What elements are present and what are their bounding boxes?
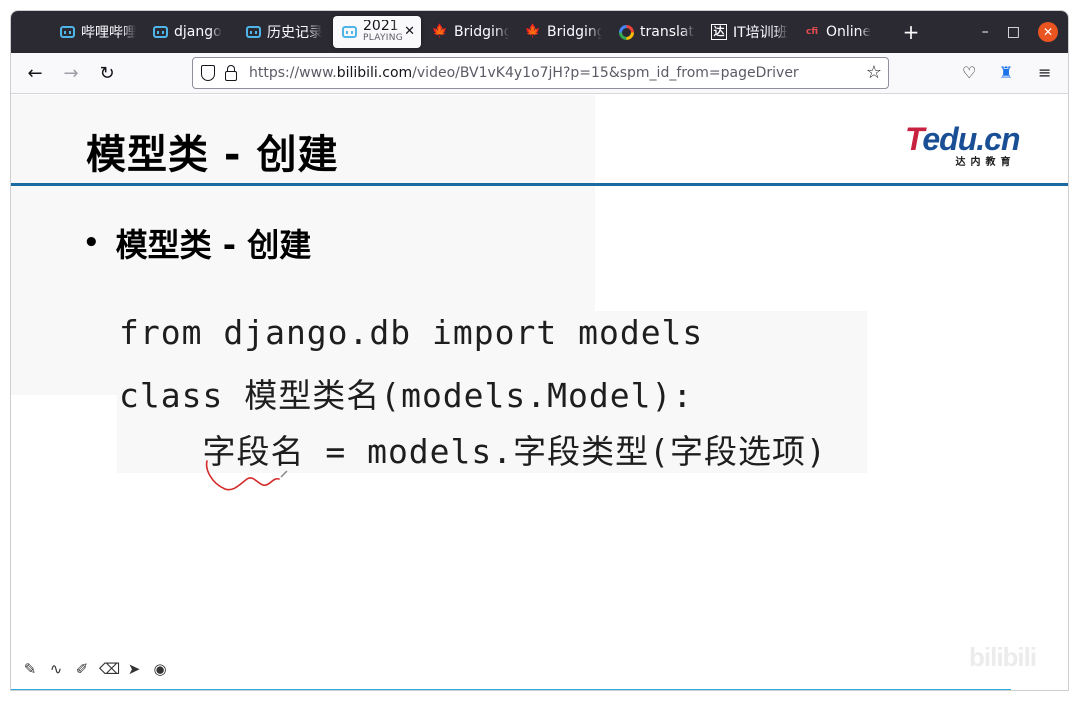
eraser-icon[interactable]: ⌫ (99, 660, 120, 678)
annotation-squiggle (205, 460, 288, 491)
cfi-icon: cfi (805, 27, 818, 37)
tab-label: django (174, 24, 222, 40)
pointer-icon[interactable]: ➤ (125, 660, 143, 678)
tab-bilibili-home[interactable]: 哔哩哔哩 (51, 16, 144, 48)
code-block: from django.db import models class 模型类名(… (117, 311, 867, 473)
bullet-item: • 模型类 - 创建 (83, 220, 311, 266)
google-icon (618, 24, 634, 40)
code-line: from django.db import models (119, 313, 704, 352)
bilibili-icon (59, 24, 75, 40)
tab-label: translate (640, 24, 695, 40)
da-icon: 达 (711, 24, 727, 40)
video-player[interactable]: 模型类 - 创建 Tedu.cn 达内教育 • 模型类 - 创建 from dj… (11, 95, 1068, 690)
tab-label: 哔哩哔哩 (81, 25, 136, 41)
minimize-button[interactable]: – (982, 24, 989, 40)
tab-history[interactable]: 历史记录 (237, 16, 330, 48)
window-controls: – □ ✕ (982, 11, 1068, 53)
new-tab-button[interactable]: + (899, 20, 923, 44)
bilibili-watermark: bilibili (969, 642, 1037, 672)
tedu-logo: Tedu.cn 达内教育 (905, 121, 1020, 168)
extension-icon[interactable]: ♜ (999, 63, 1013, 82)
tab-active-video[interactable]: 2021 PLAYING ✕ (333, 16, 421, 48)
tab-label: Online (826, 24, 872, 40)
marker-icon[interactable]: ✐ (73, 660, 91, 678)
pocket-icon[interactable]: ♡ (962, 63, 976, 82)
tab-strip: 哔哩哔哩 django 历史记录 2021 PLAYING ✕ 🍁 Bridgi… (11, 11, 1068, 53)
tab-label: 2021 (363, 20, 399, 32)
bullet-text: 模型类 - 创建 (115, 226, 312, 264)
back-button[interactable]: ← (17, 63, 53, 84)
window-close-button[interactable]: ✕ (1038, 22, 1058, 42)
drawing-toolbar: ✎ ∿ ✐ ⌫ ➤ ◉ (21, 660, 169, 678)
tab-django[interactable]: django (144, 16, 237, 48)
reload-button[interactable]: ↻ (89, 63, 125, 84)
bookmark-star-icon[interactable]: ☆ (866, 62, 882, 83)
shield-icon[interactable] (201, 65, 215, 81)
record-icon[interactable]: ◉ (151, 660, 169, 678)
video-progress-bar[interactable] (11, 689, 1011, 690)
freehand-icon[interactable]: ∿ (47, 660, 65, 678)
maple-leaf-icon: 🍁 (431, 24, 449, 39)
bilibili-icon (341, 24, 357, 40)
url-text[interactable]: https://www.bilibili.com/video/BV1vK4y1o… (249, 65, 799, 81)
tab-playing-label: PLAYING (363, 33, 404, 43)
menu-icon[interactable]: ≡ (1038, 63, 1051, 82)
navigation-bar: ← → ↻ https://www.bilibili.com/video/BV1… (11, 53, 1068, 94)
tab-bridging-1[interactable]: 🍁 Bridging (424, 16, 517, 48)
tab-label: IT培训班 (733, 25, 788, 41)
close-tab-icon[interactable]: ✕ (404, 24, 415, 39)
tab-online[interactable]: cfi Online (796, 16, 889, 48)
title-divider (11, 183, 1068, 186)
tab-it-training[interactable]: 达 IT培训班 (703, 16, 796, 48)
tab-label: Bridging (454, 24, 509, 40)
tab-label: 历史记录 (267, 25, 322, 41)
code-line: class 模型类名(models.Model): (119, 376, 694, 415)
slide-title: 模型类 - 创建 (86, 132, 339, 178)
bilibili-icon (152, 24, 168, 40)
bilibili-icon (245, 24, 261, 40)
lock-icon[interactable] (225, 64, 237, 81)
tab-bridging-2[interactable]: 🍁 Bridging (517, 16, 610, 48)
maximize-button[interactable]: □ (1007, 24, 1020, 40)
tab-label: Bridging (547, 24, 602, 40)
forward-button[interactable]: → (53, 63, 89, 84)
tab-translate[interactable]: translate (610, 16, 703, 48)
maple-leaf-icon: 🍁 (524, 24, 542, 39)
pen-icon[interactable]: ✎ (21, 660, 39, 678)
browser-window: 哔哩哔哩 django 历史记录 2021 PLAYING ✕ 🍁 Bridgi… (10, 10, 1069, 691)
url-bar[interactable]: https://www.bilibili.com/video/BV1vK4y1o… (192, 57, 889, 89)
